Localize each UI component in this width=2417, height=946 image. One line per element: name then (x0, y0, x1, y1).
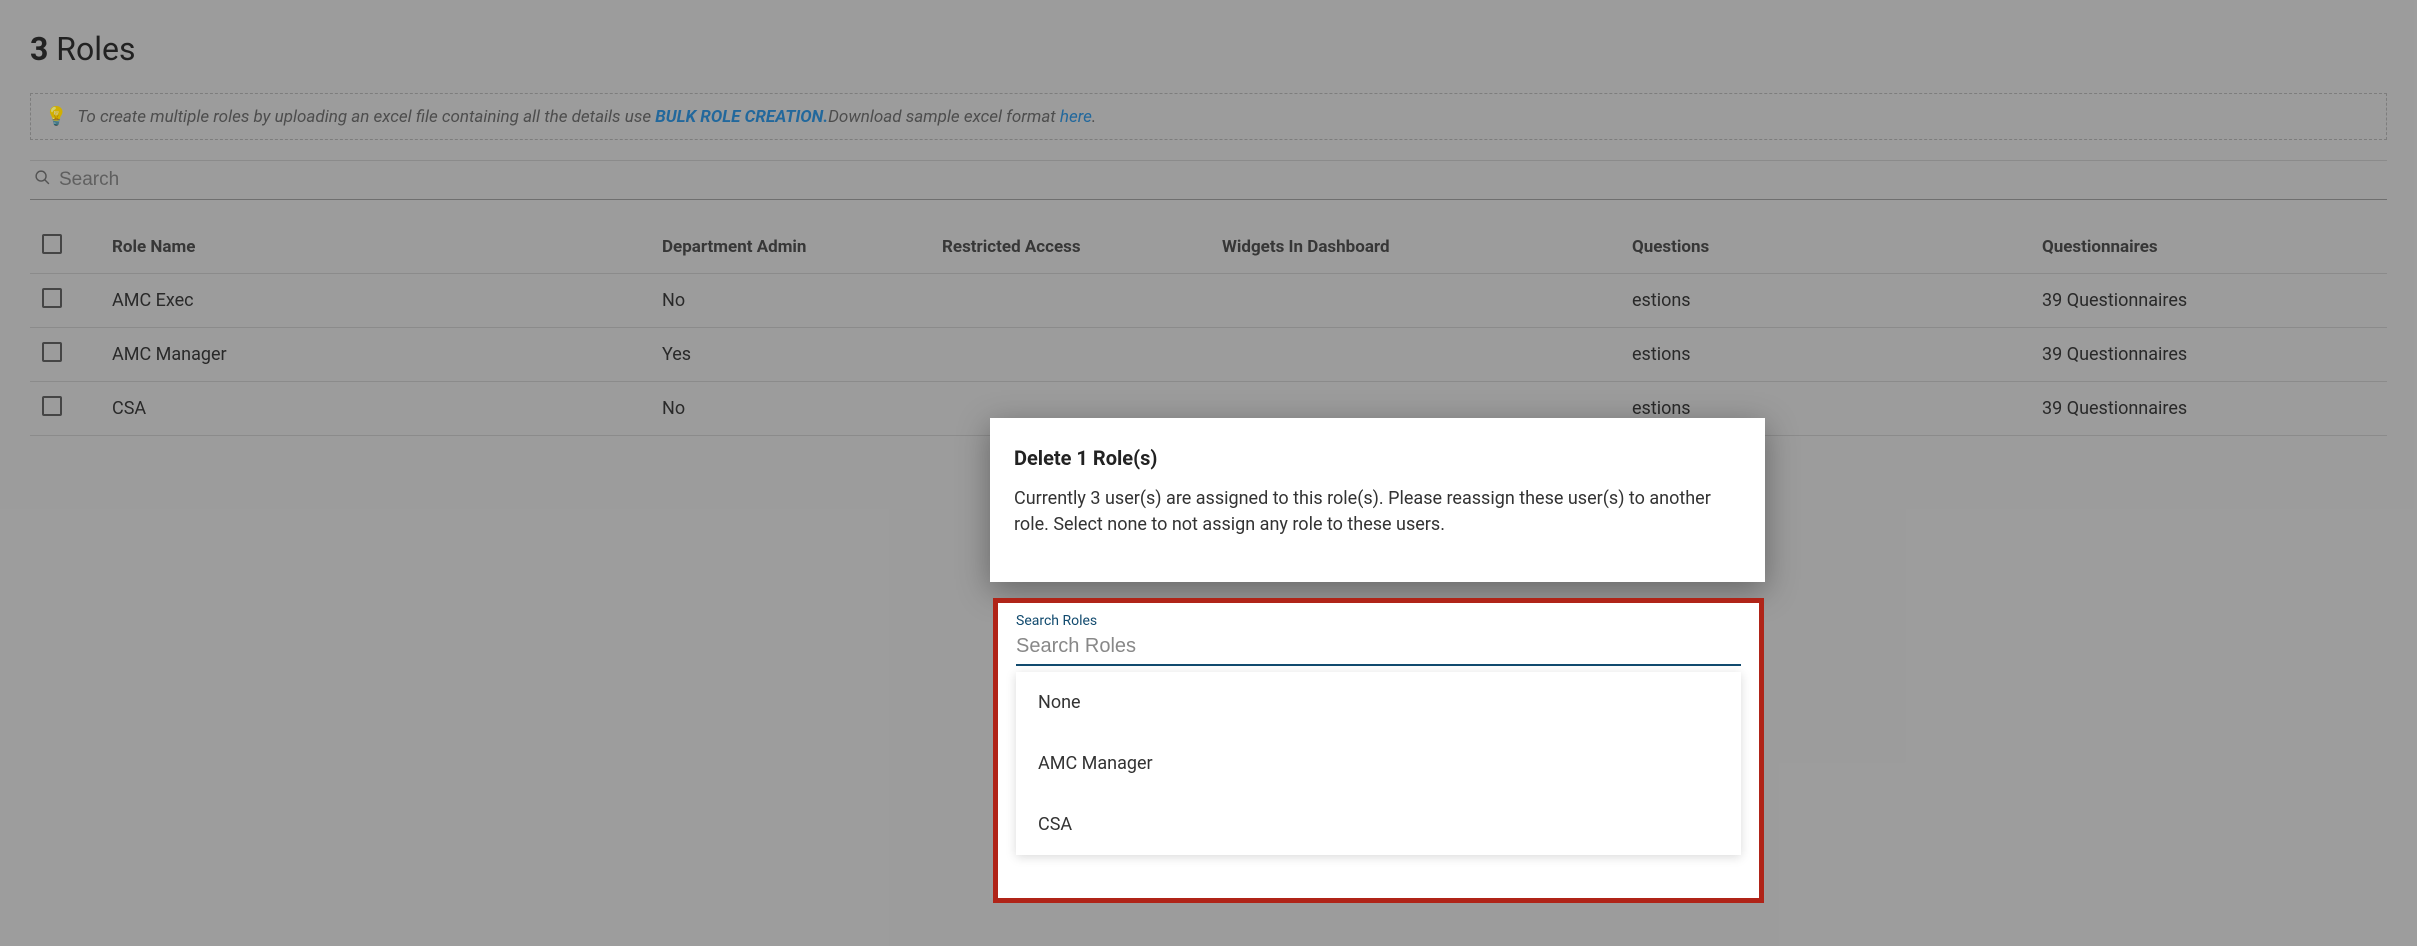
dialog-body: Currently 3 user(s) are assigned to this… (1014, 486, 1741, 538)
delete-role-dialog: Delete 1 Role(s) Currently 3 user(s) are… (990, 418, 1765, 582)
role-option[interactable]: CSA (1016, 794, 1741, 855)
search-roles-label: Search Roles (1016, 613, 1741, 629)
reassign-role-panel: Search Roles NoneAMC ManagerCSA (993, 598, 1764, 903)
role-option[interactable]: None (1016, 672, 1741, 733)
role-option[interactable]: AMC Manager (1016, 733, 1741, 794)
dialog-title: Delete 1 Role(s) (1014, 446, 1741, 470)
role-options-list: NoneAMC ManagerCSA (1016, 672, 1741, 855)
search-roles-input[interactable] (1016, 629, 1741, 666)
